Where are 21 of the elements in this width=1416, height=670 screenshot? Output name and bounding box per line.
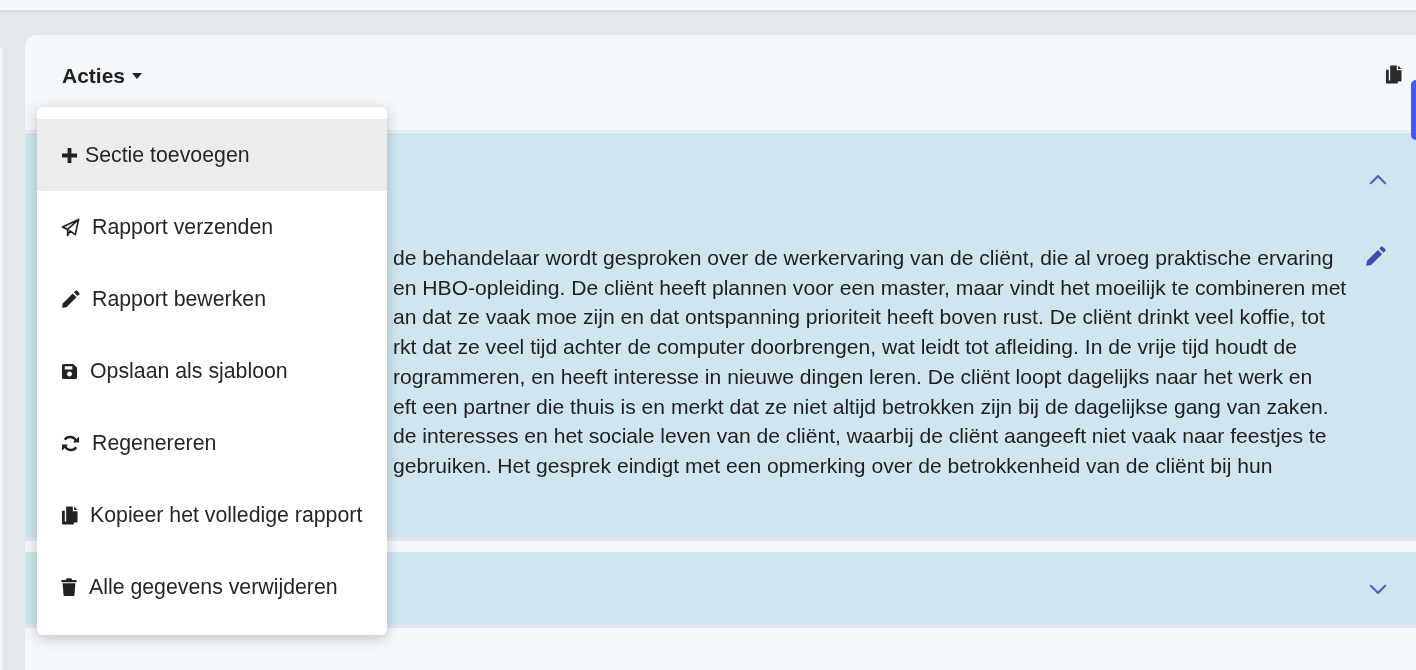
report-text: de behandelaar wordt gesproken over de werkervaring van de cliënt, die al vroeg praktische ervaring en HBO-opleiding. De cliënt heeft plannen voor een master, maar vindt het moeilijk te combineren met an dat ze vaak moe zijn en dat ontspanning prioriteit heeft boven rust. De cliënt drinkt veel koffie, tot rkt dat ze veel tijd achter de computer doorbrengen, wat leidt tot afleiding. In de vrije tijd houdt de rogrammeren, en heeft interesse in nieuwe dingen leren. De cliënt loopt dagelijks naar het werk en eft een partner die thuis is en merkt dat ze niet altijd betrokken zijn bij de dagelijkse gang van zaken. de interesses en het sociale leven van de cliënt, waarbij de cliënt aangeeft niet vaak naar feestjes te gebruiken. Het gesprek eindigt met een opmerking over de betrokkenheid van de cliënt bij hun: [393, 245, 1348, 479]
copy-icon: [61, 505, 78, 525]
menu-item[interactable]: Alle gegevens verwijderen: [37, 551, 387, 623]
paper-plane-icon: [61, 217, 80, 237]
actions-dropdown-button[interactable]: Acties: [62, 64, 143, 88]
pencil-icon[interactable]: [1365, 246, 1386, 267]
menu-item[interactable]: Regenereren: [37, 407, 387, 479]
menu-item[interactable]: Rapport verzenden: [37, 191, 387, 263]
menu-item[interactable]: Opslaan als sjabloon: [37, 335, 387, 407]
trash-icon: [61, 578, 77, 596]
caret-icon: [132, 73, 143, 79]
side-tab[interactable]: [1411, 80, 1416, 140]
menu-item[interactable]: Rapport bewerken: [37, 263, 387, 335]
menu-item[interactable]: Kopieer het volledige rapport: [37, 479, 387, 551]
menu-item[interactable]: Sectie toevoegen: [37, 119, 387, 191]
copy-icon[interactable]: [1385, 64, 1402, 84]
chevron-up-icon[interactable]: [1369, 173, 1387, 185]
pencil-icon: [61, 289, 80, 309]
refresh-icon: [61, 433, 80, 453]
plus-icon: [61, 146, 78, 164]
chevron-down-icon[interactable]: [1369, 584, 1387, 596]
